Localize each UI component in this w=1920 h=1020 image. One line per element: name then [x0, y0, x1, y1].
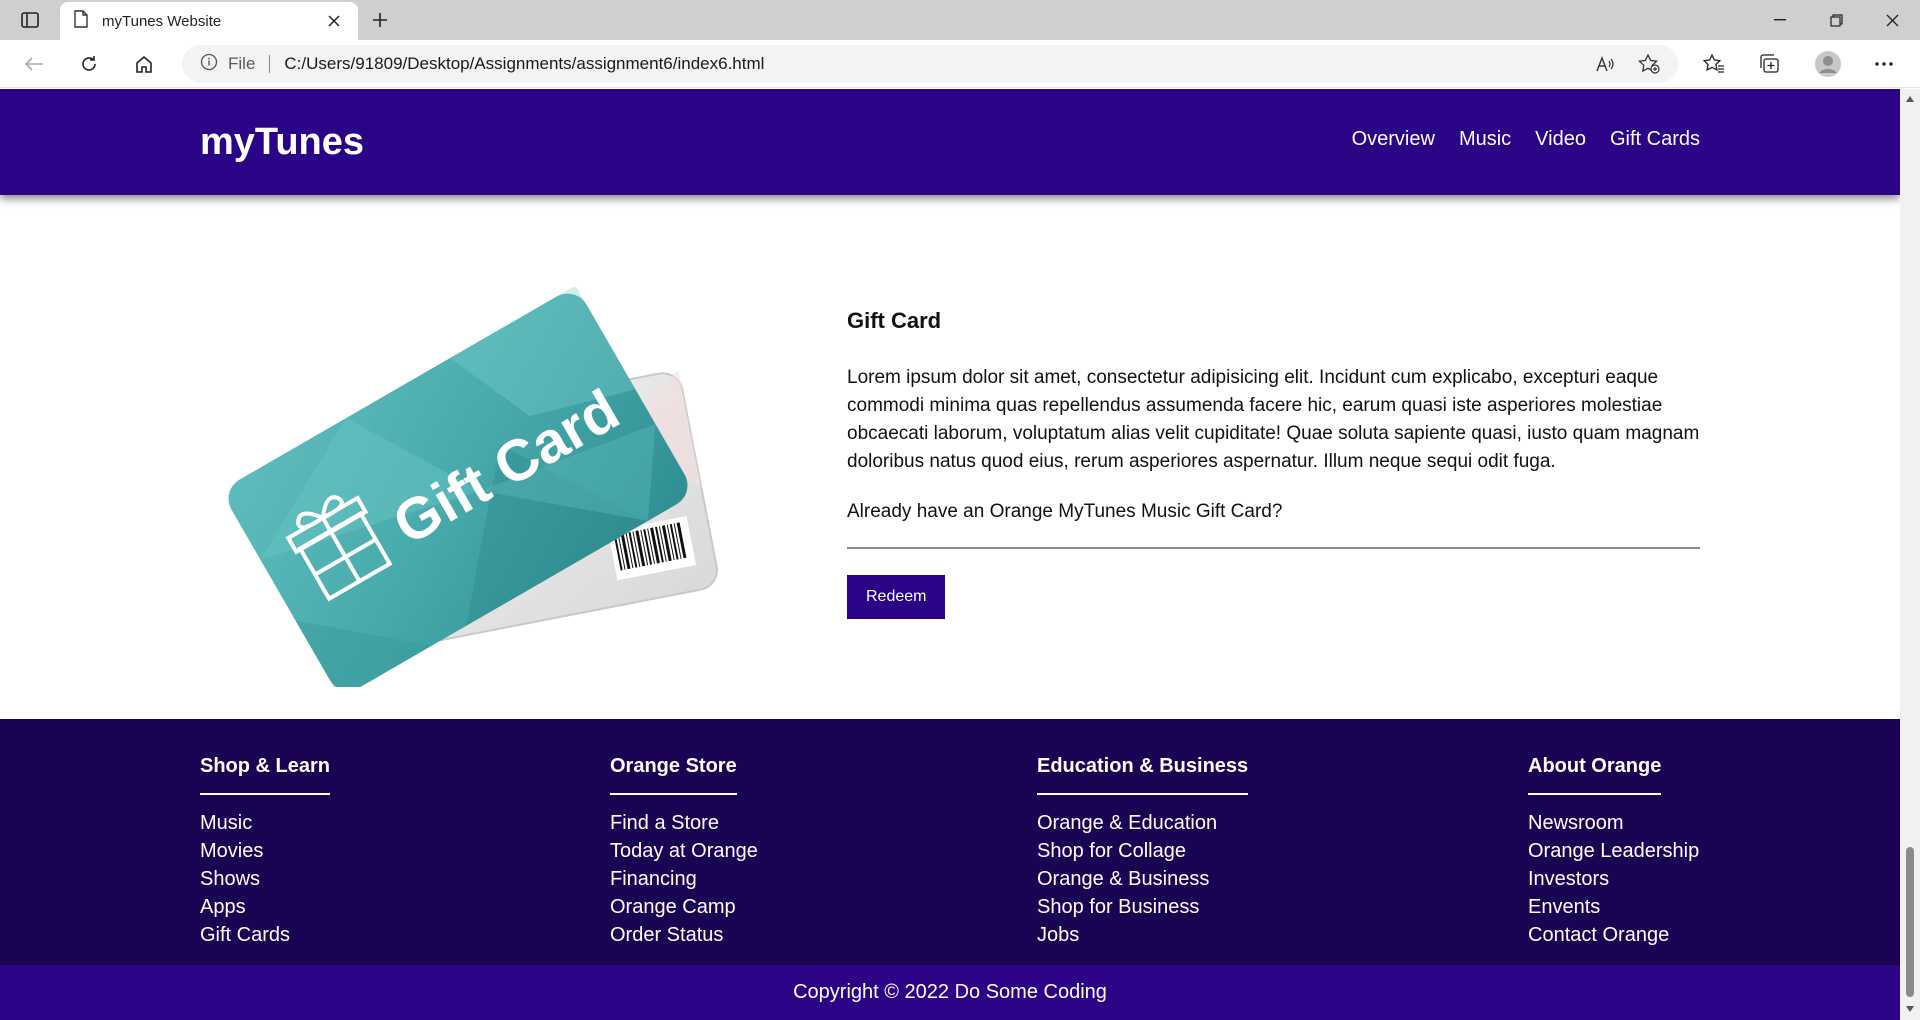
home-icon[interactable]: [126, 48, 162, 80]
footer-link[interactable]: Orange & Education: [1037, 809, 1248, 837]
tab-title: myTunes Website: [102, 12, 222, 30]
footer-link[interactable]: Find a Store: [610, 809, 758, 837]
nav-links: Overview Music Video Gift Cards: [1352, 128, 1700, 151]
footer-column-title: Shop & Learn: [200, 755, 331, 795]
favorites-icon[interactable]: [1696, 48, 1732, 80]
footer-link[interactable]: Shop for Business: [1037, 893, 1248, 921]
footer-link[interactable]: Contact Orange: [1528, 921, 1699, 949]
more-options-icon[interactable]: [1866, 48, 1902, 80]
gift-card-image: Gift Card: [228, 287, 718, 687]
read-aloud-icon[interactable]: [1588, 49, 1622, 79]
add-favorite-icon[interactable]: [1632, 49, 1666, 79]
nav-link-music[interactable]: Music: [1459, 128, 1511, 151]
footer-column-shop-learn: Shop & Learn Music Movies Shows Apps Gif…: [200, 755, 331, 949]
gift-card-section: Gift Card Gift Card Lorem ipsum dolor si…: [0, 195, 1900, 725]
page-viewport: myTunes Overview Music Video Gift Cards: [0, 89, 1900, 1020]
new-tab-icon[interactable]: [366, 6, 394, 34]
address-bar[interactable]: File C:/Users/91809/Desktop/Assignments/…: [182, 45, 1678, 83]
minimize-icon[interactable]: [1752, 0, 1808, 40]
gift-card-description: Lorem ipsum dolor sit amet, consectetur …: [847, 367, 1700, 472]
footer-link[interactable]: Apps: [200, 893, 330, 921]
footer-link[interactable]: Music: [200, 809, 330, 837]
file-label: File: [228, 54, 256, 73]
collections-icon[interactable]: [1752, 48, 1788, 80]
footer-link[interactable]: Newsroom: [1528, 809, 1699, 837]
close-window-icon[interactable]: [1864, 0, 1920, 40]
scroll-up-icon[interactable]: [1904, 93, 1916, 105]
gift-card-heading: Gift Card: [847, 308, 942, 333]
footer-link[interactable]: Today at Orange: [610, 837, 758, 865]
profile-avatar-icon[interactable]: [1810, 48, 1846, 80]
footer-column-title: Education & Business: [1037, 755, 1249, 795]
footer-link[interactable]: Gift Cards: [200, 921, 330, 949]
footer-column-title: Orange Store: [610, 755, 737, 795]
footer-link[interactable]: Orange Leadership: [1528, 837, 1699, 865]
footer-link[interactable]: Orange Camp: [610, 893, 758, 921]
back-icon[interactable]: [16, 48, 52, 80]
page-scrollbar[interactable]: [1900, 89, 1920, 1020]
footer-column-orange-store: Orange Store Find a Store Today at Orang…: [610, 755, 758, 949]
refresh-icon[interactable]: [71, 48, 107, 80]
footer-link[interactable]: Investors: [1528, 865, 1699, 893]
footer-link[interactable]: Orange & Business: [1037, 865, 1248, 893]
divider: [847, 547, 1700, 549]
nav-link-overview[interactable]: Overview: [1352, 128, 1435, 151]
footer-column-about-orange: About Orange Newsroom Orange Leadership …: [1528, 755, 1699, 949]
footer-column-title: About Orange: [1528, 755, 1662, 795]
footer-link[interactable]: Order Status: [610, 921, 758, 949]
url-text[interactable]: C:/Users/91809/Desktop/Assignments/assig…: [284, 54, 764, 74]
footer-link[interactable]: Financing: [610, 865, 758, 893]
footer-column-education-business: Education & Business Orange & Education …: [1037, 755, 1249, 949]
scroll-thumb[interactable]: [1906, 847, 1914, 997]
site-brand[interactable]: myTunes: [200, 121, 364, 164]
already-have-text: Already have an Orange MyTunes Music Gif…: [847, 501, 1283, 522]
scroll-down-icon[interactable]: [1904, 1003, 1916, 1015]
address-separator: [269, 55, 271, 73]
browser-tab[interactable]: myTunes Website: [60, 2, 358, 40]
front-card: Gift Card: [228, 287, 688, 687]
copyright-bar: Copyright © 2022 Do Some Coding: [0, 965, 1900, 1020]
redeem-button[interactable]: Redeem: [847, 575, 946, 619]
nav-link-gift-cards[interactable]: Gift Cards: [1610, 128, 1700, 151]
tab-actions-icon[interactable]: [14, 8, 46, 32]
restore-icon[interactable]: [1808, 0, 1864, 40]
footer-link[interactable]: Jobs: [1037, 921, 1248, 949]
footer-link[interactable]: Movies: [200, 837, 330, 865]
gift-card-info: Gift Card Lorem ipsum dolor sit amet, co…: [847, 300, 1700, 619]
footer-link[interactable]: Shows: [200, 865, 330, 893]
site-footer: Shop & Learn Music Movies Shows Apps Gif…: [0, 719, 1900, 965]
footer-link[interactable]: Envents: [1528, 893, 1699, 921]
nav-link-video[interactable]: Video: [1535, 128, 1586, 151]
page-icon: [74, 9, 88, 33]
browser-tab-bar: myTunes Website: [0, 0, 1920, 40]
close-tab-icon[interactable]: [324, 11, 344, 31]
site-navbar: myTunes Overview Music Video Gift Cards: [0, 89, 1900, 195]
browser-toolbar: File C:/Users/91809/Desktop/Assignments/…: [0, 40, 1920, 88]
info-icon[interactable]: [200, 53, 218, 76]
footer-link[interactable]: Shop for Collage: [1037, 837, 1248, 865]
